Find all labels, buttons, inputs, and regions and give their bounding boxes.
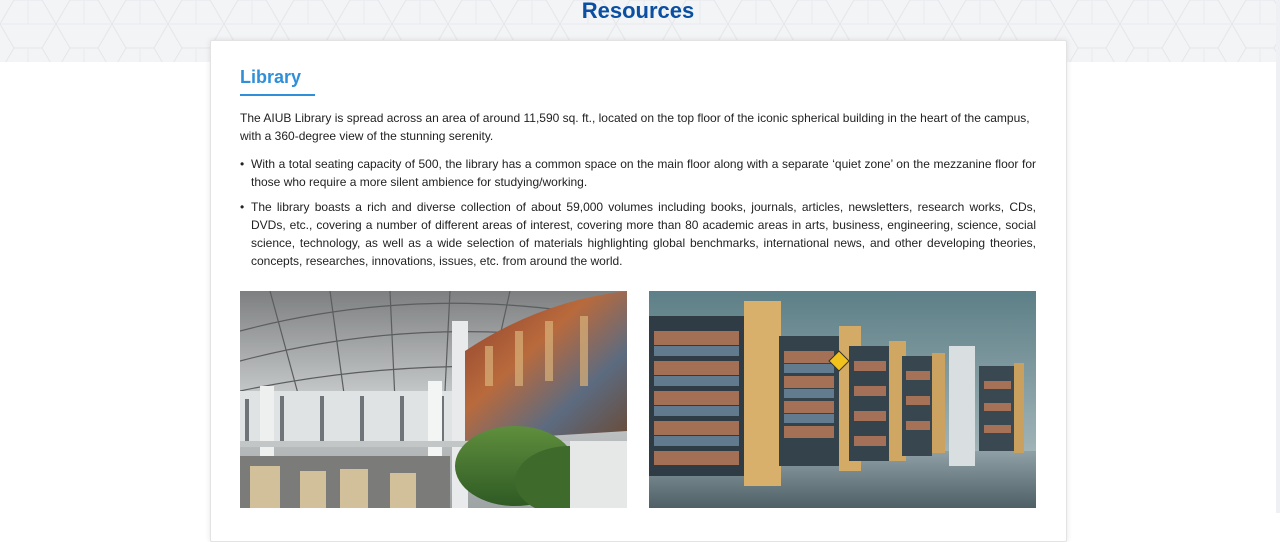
bullet-icon: • <box>240 200 245 214</box>
list-item-text: With a total seating capacity of 500, th… <box>251 157 1036 189</box>
library-dome-photo <box>240 291 627 508</box>
list-item: • The library boasts a rich and diverse … <box>240 198 1036 270</box>
list-item-text: The library boasts a rich and diverse co… <box>251 200 1036 268</box>
scrollbar-track[interactable] <box>1276 0 1280 513</box>
bullet-icon: • <box>240 157 245 171</box>
intro-paragraph: The AIUB Library is spread across an are… <box>240 111 1030 143</box>
feature-list: • With a total seating capacity of 500, … <box>240 155 1036 270</box>
list-item: • With a total seating capacity of 500, … <box>240 155 1036 191</box>
library-content: Library The AIUB Library is spread acros… <box>240 66 1036 277</box>
section-heading: Library <box>240 66 315 96</box>
library-card: Library The AIUB Library is spread acros… <box>210 40 1067 542</box>
library-bookshelves-photo <box>649 291 1036 508</box>
page-title: Resources <box>581 0 695 23</box>
